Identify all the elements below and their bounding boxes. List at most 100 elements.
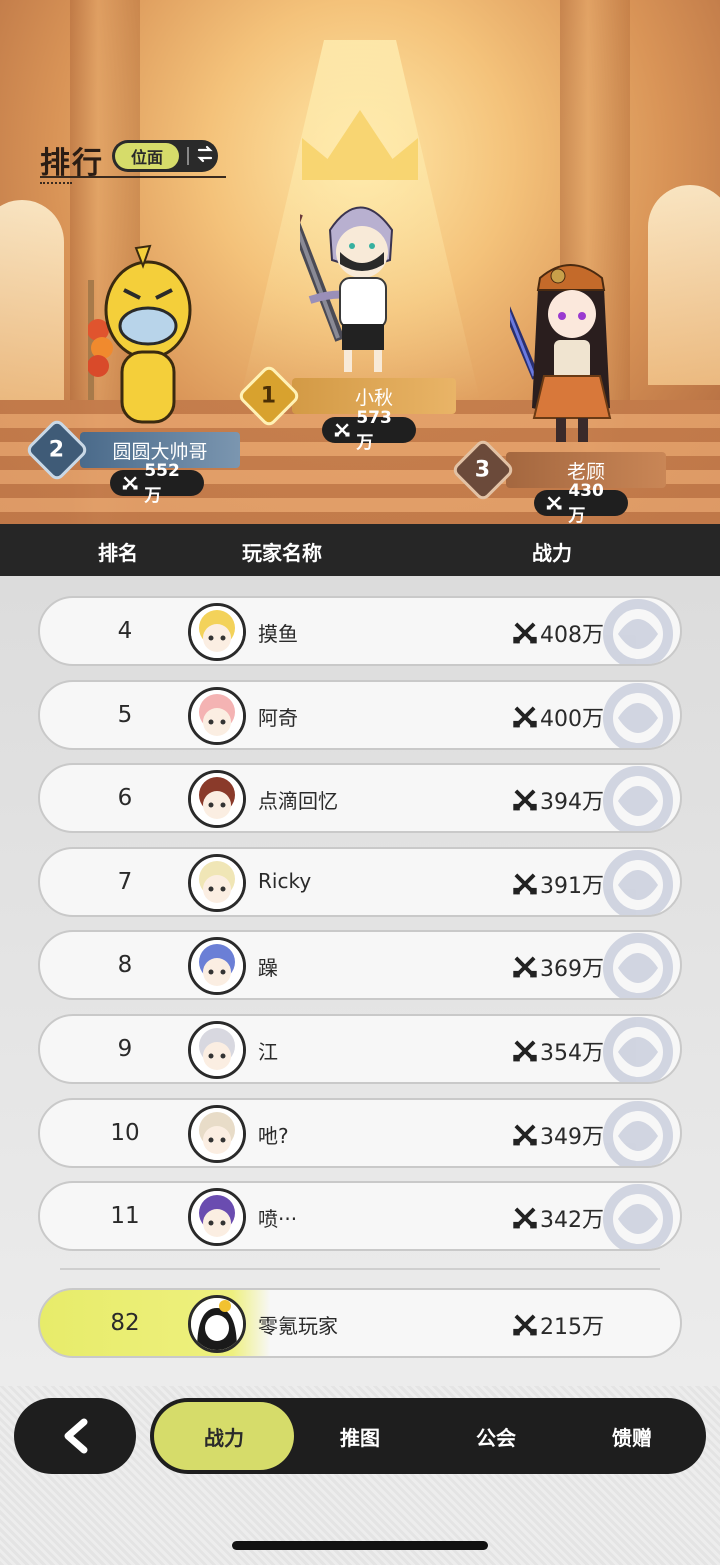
back-button[interactable] <box>14 1398 136 1474</box>
rank1-character[interactable] <box>300 190 420 380</box>
player-avatar[interactable] <box>188 854 246 912</box>
player-name: 吔? <box>258 1124 289 1148</box>
table-row[interactable]: 6 点滴回忆 394万 <box>38 763 682 833</box>
table-row[interactable]: 11 喷··· 342万 <box>38 1181 682 1251</box>
player-avatar[interactable] <box>188 1188 246 1246</box>
my-rank-row[interactable]: 82 零氪玩家 215万 <box>38 1288 682 1358</box>
player-power: 408万 <box>512 617 604 649</box>
player-power: 391万 <box>512 868 604 900</box>
crossed-swords-icon <box>513 873 537 895</box>
table-row[interactable]: 4 摸鱼 408万 <box>38 596 682 666</box>
player-avatar[interactable] <box>188 937 246 995</box>
crossed-swords-icon <box>513 1124 537 1146</box>
title-underline <box>40 176 226 178</box>
player-power-value: 391万 <box>540 874 604 899</box>
player-avatar[interactable] <box>188 687 246 745</box>
player-name: 喷··· <box>258 1207 298 1231</box>
crossed-swords-icon <box>334 423 350 437</box>
podium-rank1-nameplate[interactable]: 1 小秋 <box>236 363 456 429</box>
crossed-swords-icon <box>513 622 537 644</box>
window-arch-left <box>0 200 64 400</box>
my-power-value: 215万 <box>540 1315 604 1340</box>
player-power: 354万 <box>512 1035 604 1067</box>
crossed-swords-icon <box>122 476 138 490</box>
player-name: 江 <box>258 1040 278 1064</box>
list-divider <box>60 1268 660 1270</box>
podium-rank3-power-value: 430万 <box>568 480 604 526</box>
row-rank: 5 <box>117 702 133 728</box>
crossed-swords-icon <box>513 1040 537 1062</box>
row-rank: 10 <box>110 1120 140 1146</box>
player-name: 点滴回忆 <box>258 789 338 813</box>
player-name: 躁 <box>258 956 278 980</box>
my-avatar[interactable] <box>188 1295 246 1353</box>
title-dots <box>40 182 72 184</box>
podium-rank1-power-value: 573万 <box>356 407 392 453</box>
player-power-value: 400万 <box>540 707 604 732</box>
player-power-value: 394万 <box>540 790 604 815</box>
player-power: 394万 <box>512 784 604 816</box>
crossed-swords-icon <box>513 1314 537 1336</box>
header-power: 战力 <box>532 541 572 565</box>
player-power-value: 369万 <box>540 957 604 982</box>
mode-selector[interactable]: 位面 <box>112 140 218 172</box>
player-avatar[interactable] <box>188 1105 246 1163</box>
player-name: Ricky <box>258 869 312 893</box>
podium-rank3-power: 430万 <box>534 481 628 526</box>
crossed-swords-icon <box>513 789 537 811</box>
rank2-character[interactable] <box>88 240 198 430</box>
table-row[interactable]: 8 躁 369万 <box>38 930 682 1000</box>
player-name: 摸鱼 <box>258 622 298 646</box>
crossed-swords-icon <box>546 496 562 510</box>
tab-guild[interactable]: 公会 <box>426 1402 566 1470</box>
table-header: 排名 玩家名称 战力 <box>0 524 720 576</box>
row-rank: 4 <box>117 618 133 644</box>
crossed-swords-icon <box>513 1207 537 1229</box>
crossed-swords-icon <box>513 706 537 728</box>
table-row[interactable]: 5 阿奇 400万 <box>38 680 682 750</box>
chevron-left-icon <box>64 1418 88 1454</box>
podium-rank2-power-value: 552万 <box>144 460 180 506</box>
table-row[interactable]: 9 江 354万 <box>38 1014 682 1084</box>
row-rank: 6 <box>117 785 133 811</box>
tab-gift[interactable]: 馈赠 <box>562 1402 702 1470</box>
mode-divider <box>187 147 189 165</box>
player-power: 400万 <box>512 701 604 733</box>
page-header: 排行 <box>40 138 226 184</box>
player-power-value: 408万 <box>540 623 604 648</box>
podium-rank2-power: 552万 <box>110 461 204 506</box>
player-avatar[interactable] <box>188 1021 246 1079</box>
player-power-value: 354万 <box>540 1041 604 1066</box>
podium-rank1-power: 573万 <box>322 408 416 453</box>
podium-rank3-nameplate[interactable]: 3 老顾 <box>450 437 666 503</box>
tab-power[interactable]: 战力 <box>154 1402 294 1470</box>
player-avatar[interactable] <box>188 770 246 828</box>
home-indicator[interactable] <box>232 1541 488 1550</box>
ranking-tabs: 战力 推图 公会 馈赠 <box>150 1398 706 1474</box>
rank3-character[interactable] <box>510 258 630 448</box>
header-player-name: 玩家名称 <box>242 541 322 565</box>
swap-arrows-icon[interactable] <box>197 145 213 168</box>
player-avatar[interactable] <box>188 603 246 661</box>
player-power: 369万 <box>512 951 604 983</box>
row-rank: 9 <box>117 1036 133 1062</box>
tab-stage[interactable]: 推图 <box>290 1402 430 1470</box>
mode-label[interactable]: 位面 <box>115 143 179 169</box>
window-arch-right <box>648 185 720 385</box>
player-power-value: 349万 <box>540 1125 604 1150</box>
table-row[interactable]: 7 Ricky 391万 <box>38 847 682 917</box>
player-power-value: 342万 <box>540 1208 604 1233</box>
player-name: 阿奇 <box>258 706 298 730</box>
player-power: 349万 <box>512 1119 604 1151</box>
my-rank: 82 <box>110 1310 140 1336</box>
row-rank: 11 <box>110 1203 140 1229</box>
row-rank: 7 <box>117 869 133 895</box>
row-rank: 8 <box>117 952 133 978</box>
player-power: 342万 <box>512 1202 604 1234</box>
table-row[interactable]: 10 吔? 349万 <box>38 1098 682 1168</box>
my-power: 215万 <box>512 1309 604 1341</box>
podium-rank2-nameplate[interactable]: 2 圆圆大帅哥 <box>24 417 240 483</box>
header-rank: 排名 <box>98 541 138 565</box>
my-player-name: 零氪玩家 <box>258 1314 338 1338</box>
crossed-swords-icon <box>513 956 537 978</box>
